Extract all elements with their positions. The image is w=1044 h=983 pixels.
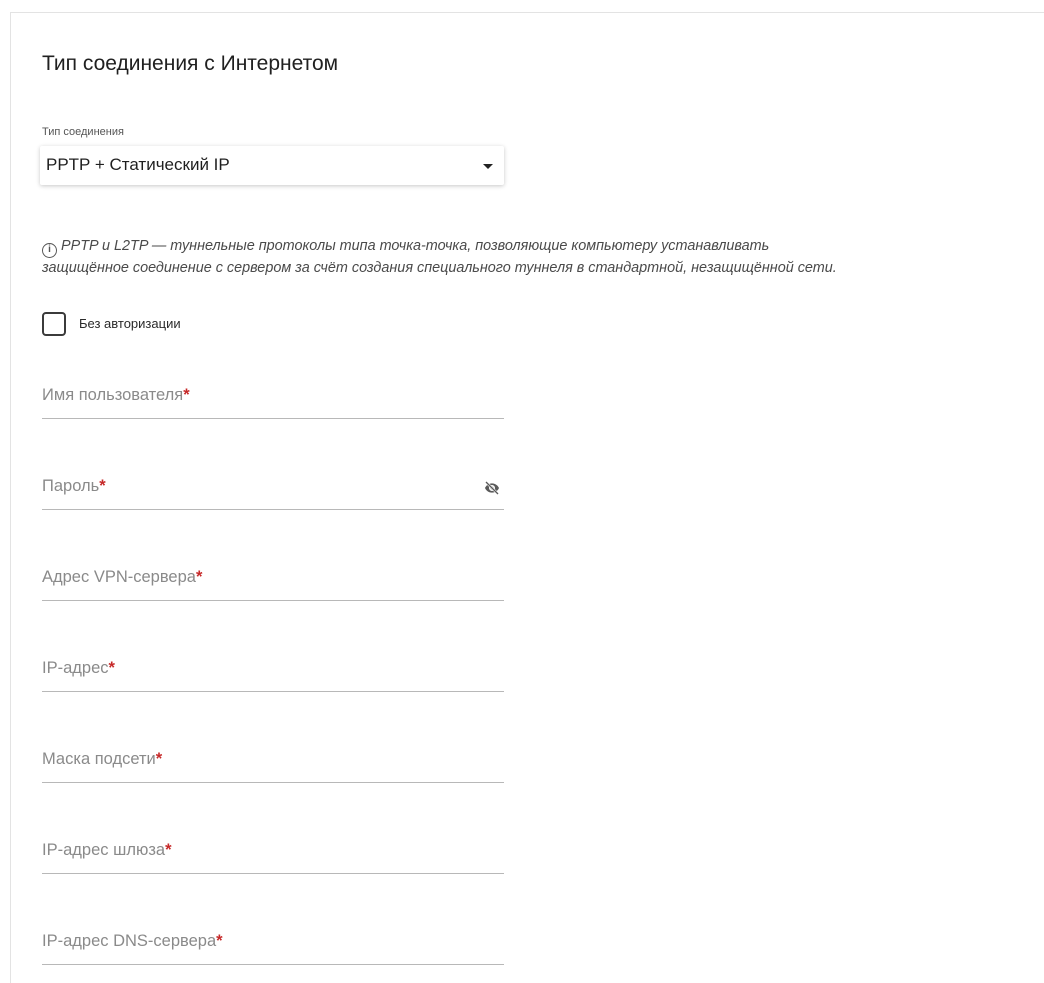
caret-down-icon [483, 164, 493, 169]
info-text-line2: защищённое соединение с сервером за счёт… [42, 260, 837, 276]
ip-address-label: IP-адрес* [42, 659, 115, 677]
password-field[interactable]: Пароль* [42, 469, 504, 510]
required-mark: * [108, 659, 115, 677]
required-mark: * [165, 841, 172, 859]
required-mark: * [195, 568, 203, 586]
vpn-server-field[interactable]: Адрес VPN-сервера* [42, 560, 504, 601]
dns-server-field[interactable]: IP-адрес DNS-сервера* [42, 924, 504, 965]
eye-off-icon[interactable] [484, 480, 500, 496]
info-note: i PPTP и L2TP — туннельные протоколы типа… [42, 236, 1032, 279]
section-title: Тип соединения с Интернетом [42, 52, 339, 75]
username-label: Имя пользователя* [42, 386, 190, 404]
connection-type-value: PPTP + Статический IP [46, 155, 230, 174]
connection-type-select[interactable]: PPTP + Статический IP [40, 146, 504, 185]
required-mark: * [155, 750, 163, 768]
subnet-mask-field[interactable]: Маска подсети* [42, 742, 504, 783]
dns-server-label: IP-адрес DNS-сервера* [42, 932, 223, 950]
info-icon: i [42, 243, 57, 258]
connection-type-label: Тип соединения [42, 126, 124, 138]
no-auth-checkbox[interactable] [42, 312, 66, 336]
required-mark: * [216, 932, 223, 950]
ip-address-field[interactable]: IP-адрес* [42, 651, 504, 692]
subnet-mask-label: Маска подсети* [42, 750, 163, 768]
gateway-label: IP-адрес шлюза* [42, 841, 172, 859]
gateway-field[interactable]: IP-адрес шлюза* [42, 833, 504, 874]
vpn-server-label: Адрес VPN-сервера* [42, 568, 203, 586]
info-text-line1: PPTP и L2TP — туннельные протоколы типа … [61, 238, 770, 254]
required-mark: * [99, 477, 106, 495]
required-mark: * [183, 386, 190, 404]
username-field[interactable]: Имя пользователя* [42, 378, 504, 419]
password-label: Пароль* [42, 477, 106, 495]
no-auth-label: Без авторизации [79, 316, 181, 331]
